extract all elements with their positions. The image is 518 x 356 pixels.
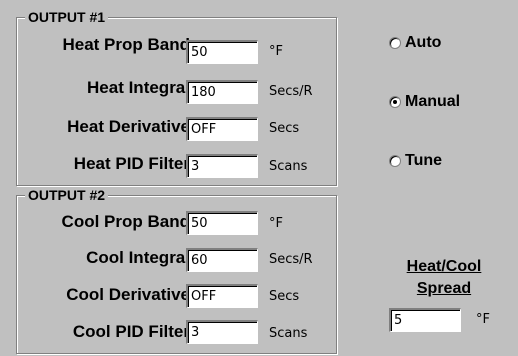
cool-prop-band-label: Cool Prop Band [61,212,190,231]
heat-prop-band-input[interactable]: 50 [186,40,258,64]
radio-manual-circle[interactable] [389,96,401,108]
heat-pid-filter-label: Heat PID Filter [73,154,190,173]
radio-manual-label[interactable]: Manual [405,92,460,112]
cool-derivative-unit: Secs [269,289,300,304]
cool-derivative-input[interactable]: OFF [186,284,258,308]
radio-manual[interactable]: Manual [389,92,460,112]
radio-auto-circle[interactable] [389,37,401,49]
heat-derivative-label: Heat Derivative [67,117,190,136]
cool-pid-filter-label: Cool PID Filter [72,322,190,341]
radio-tune-label[interactable]: Tune [405,151,442,171]
output-2-title: OUTPUT #2 [25,187,109,203]
heat-prop-band-label: Heat Prop Band [62,35,190,54]
output-1-title: OUTPUT #1 [25,9,109,25]
cool-pid-filter-input[interactable]: 3 [186,320,258,344]
heat-integral-input[interactable]: 180 [186,80,258,104]
cool-prop-band-input[interactable]: 50 [186,211,258,235]
cool-integral-label: Cool Integral [86,248,190,267]
cool-derivative-label: Cool Derivative [66,285,190,304]
heat-cool-spread-input[interactable]: 5 [389,308,461,332]
heat-derivative-unit: Secs [269,121,300,136]
cool-integral-input[interactable]: 60 [186,248,258,272]
heat-derivative-input[interactable]: OFF [186,117,258,141]
heat-cool-spread-unit: °F [476,312,490,327]
output-1-group: OUTPUT #1 Heat Prop Band 50 °F Heat Inte… [16,9,337,186]
heat-cool-spread-title: Heat/Cool Spread [384,256,504,300]
cool-pid-filter-unit: Scans [269,326,308,341]
radio-auto[interactable]: Auto [389,33,441,53]
cool-integral-unit: Secs/R [269,252,313,267]
spread-title-line-1: Heat/Cool [406,258,482,275]
output-2-group: OUTPUT #2 Cool Prop Band 50 °F Cool Inte… [16,187,337,354]
spread-title-line-2: Spread [416,280,472,297]
heat-integral-label: Heat Integral [87,78,190,97]
heat-pid-filter-input[interactable]: 3 [186,154,258,178]
heat-prop-band-unit: °F [269,44,283,59]
radio-tune[interactable]: Tune [389,151,442,171]
cool-prop-band-unit: °F [269,216,283,231]
heat-integral-unit: Secs/R [269,84,313,99]
heat-pid-filter-unit: Scans [269,159,308,174]
radio-auto-label[interactable]: Auto [405,33,441,53]
radio-tune-circle[interactable] [389,155,401,167]
